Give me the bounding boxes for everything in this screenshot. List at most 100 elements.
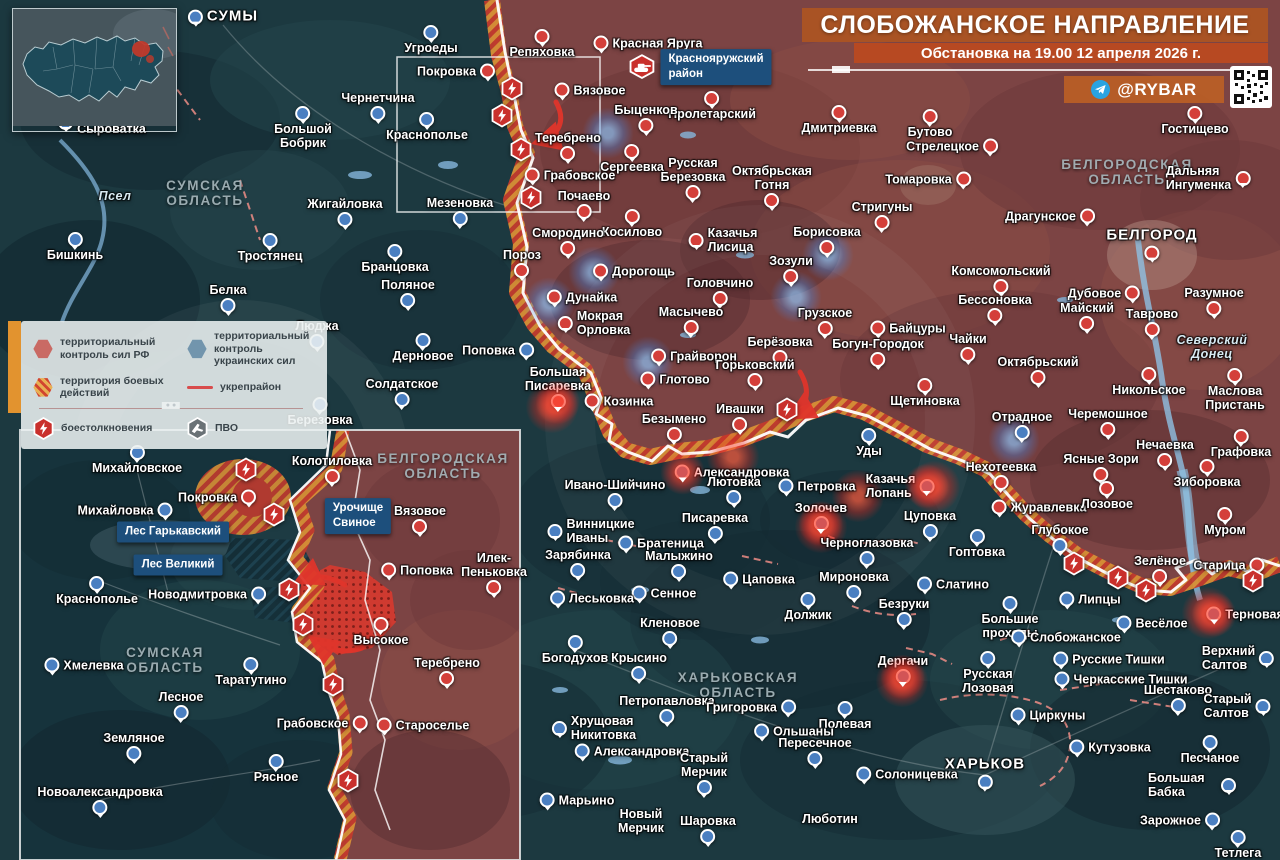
settlement-marker [624, 144, 640, 159]
settlement-marker [1030, 370, 1046, 385]
place-label: СУМСКАЯ ОБЛАСТЬ [166, 177, 244, 208]
settlement-marker [394, 392, 410, 407]
place-label: Поповка [462, 343, 515, 357]
settlement-marker [92, 800, 108, 815]
place-label: Поповка [400, 563, 453, 577]
place-label: БЕЛГОРОД [1106, 226, 1198, 244]
place-label: Братеница [637, 536, 704, 550]
settlement-marker [400, 293, 416, 308]
clash-lightning-icon [337, 768, 359, 793]
place-settlement: Марьино [539, 792, 615, 808]
brand-badge: @RYBAR [1064, 76, 1224, 103]
place-settlement: Староселье [376, 717, 470, 733]
settlement-marker [819, 240, 835, 255]
place-label: Слатино [936, 577, 989, 591]
place-settlement: Вязовое [554, 82, 626, 98]
place-label: Шестаково [1143, 683, 1213, 697]
settlement-marker [412, 519, 428, 534]
settlement-marker [387, 244, 403, 259]
settlement-marker [546, 289, 562, 305]
settlement-marker [704, 91, 720, 106]
place-settlement: Ясные Зори [1063, 452, 1139, 482]
legend-label: территория боевых действий [60, 374, 164, 400]
clash-lightning-icon [501, 76, 523, 101]
place-settlement: Бранцовка [361, 244, 429, 274]
settlement-marker [993, 279, 1009, 294]
place-settlement: Поповка [462, 342, 534, 358]
telegram-icon [1091, 80, 1111, 99]
place-settlement: Верхний Салтов [1201, 644, 1275, 672]
place-settlement: Гоптовка [949, 529, 1005, 559]
settlement-marker [982, 138, 998, 154]
clash-icon [520, 185, 542, 215]
settlement-marker [452, 211, 468, 226]
place-label: Старица [1193, 558, 1246, 572]
place-settlement: Томаровка [885, 171, 971, 187]
place-label: Верхний Салтов [1201, 644, 1256, 672]
settlement-marker [1230, 830, 1246, 845]
place-label: Жигайловка [307, 197, 383, 211]
place-label: Грабовское [276, 716, 349, 730]
place-settlement: Дорогощь [593, 263, 675, 279]
place-settlement: Дальняя Ингуменка [1166, 164, 1251, 192]
place-settlement: Быценков [614, 103, 678, 133]
place-label: Северский Донец [1176, 333, 1248, 361]
place-settlement: Лесное [159, 690, 203, 720]
place-settlement: Мокрая Орловка [557, 309, 630, 337]
place-settlement: Кутузовка [1069, 739, 1151, 755]
place-label: Зарожное [1140, 813, 1201, 827]
settlement-marker [295, 106, 311, 121]
settlement-marker [524, 167, 540, 183]
place-settlement: Борисовка [793, 225, 861, 255]
place-label: Большая Бабка [1148, 771, 1205, 799]
place-settlement: Сенное [631, 585, 696, 601]
clash-icon [491, 103, 513, 133]
clash-icon [776, 397, 798, 427]
settlement-marker [831, 105, 847, 120]
settlement-marker [1054, 671, 1070, 687]
badge-label: Урочище Свиное [324, 498, 392, 534]
place-label: Глотово [659, 372, 710, 386]
place-label: Кленовое [640, 616, 700, 630]
place-settlement: Хмелевка [44, 657, 124, 673]
settlement-marker [1206, 301, 1222, 316]
settlement-marker [861, 428, 877, 443]
place-label: Журавлевка [1010, 500, 1087, 514]
place-label: Вязовое [573, 83, 626, 97]
place-settlement: Головчино [687, 276, 753, 306]
clash-lightning-icon [1063, 551, 1085, 576]
place-label: Марьино [558, 793, 615, 807]
combat-zone-icon [33, 378, 53, 397]
place-label: Белка [209, 283, 247, 297]
place-region-label: СУМСКАЯ ОБЛАСТЬ [166, 178, 244, 208]
clash-icon [263, 502, 285, 532]
settlement-marker [567, 635, 583, 650]
place-river-label: Северский Донец [1177, 333, 1248, 361]
qr-pattern [1233, 69, 1269, 105]
settlement-marker [1059, 591, 1075, 607]
place-label: Староселье [395, 718, 470, 732]
place-label: Новый Мерчик [618, 807, 664, 835]
place-settlement: Таратутино [215, 657, 287, 687]
settlement-marker [659, 709, 675, 724]
settlement-marker [1217, 507, 1233, 522]
clash-lightning-icon [491, 103, 513, 128]
legend-label: территориальный контроль сил РФ [60, 336, 156, 361]
place-settlement: Старый Мерчик [680, 751, 728, 795]
place-label: Нехотеевка [965, 460, 1037, 474]
place-region-label: СУМСКАЯ ОБЛАСТЬ [126, 645, 204, 675]
settlement-marker [700, 829, 716, 844]
settlement-marker [381, 562, 397, 578]
place-settlement: Майский [1060, 301, 1114, 331]
place-label: Мезеновка [426, 196, 494, 210]
settlement-marker [480, 63, 496, 79]
place-label: Дунайка [565, 290, 618, 304]
settlement-marker [754, 723, 770, 739]
clash-lightning-icon [292, 612, 314, 637]
settlement-marker [337, 212, 353, 227]
place-settlement: Дунайка [546, 289, 618, 305]
place-label: Илек- Пеньковка [461, 551, 527, 579]
place-settlement: Петровка [778, 478, 856, 494]
place-settlement: Уды [856, 428, 882, 458]
place-label: Старый Салтов [1203, 692, 1252, 720]
